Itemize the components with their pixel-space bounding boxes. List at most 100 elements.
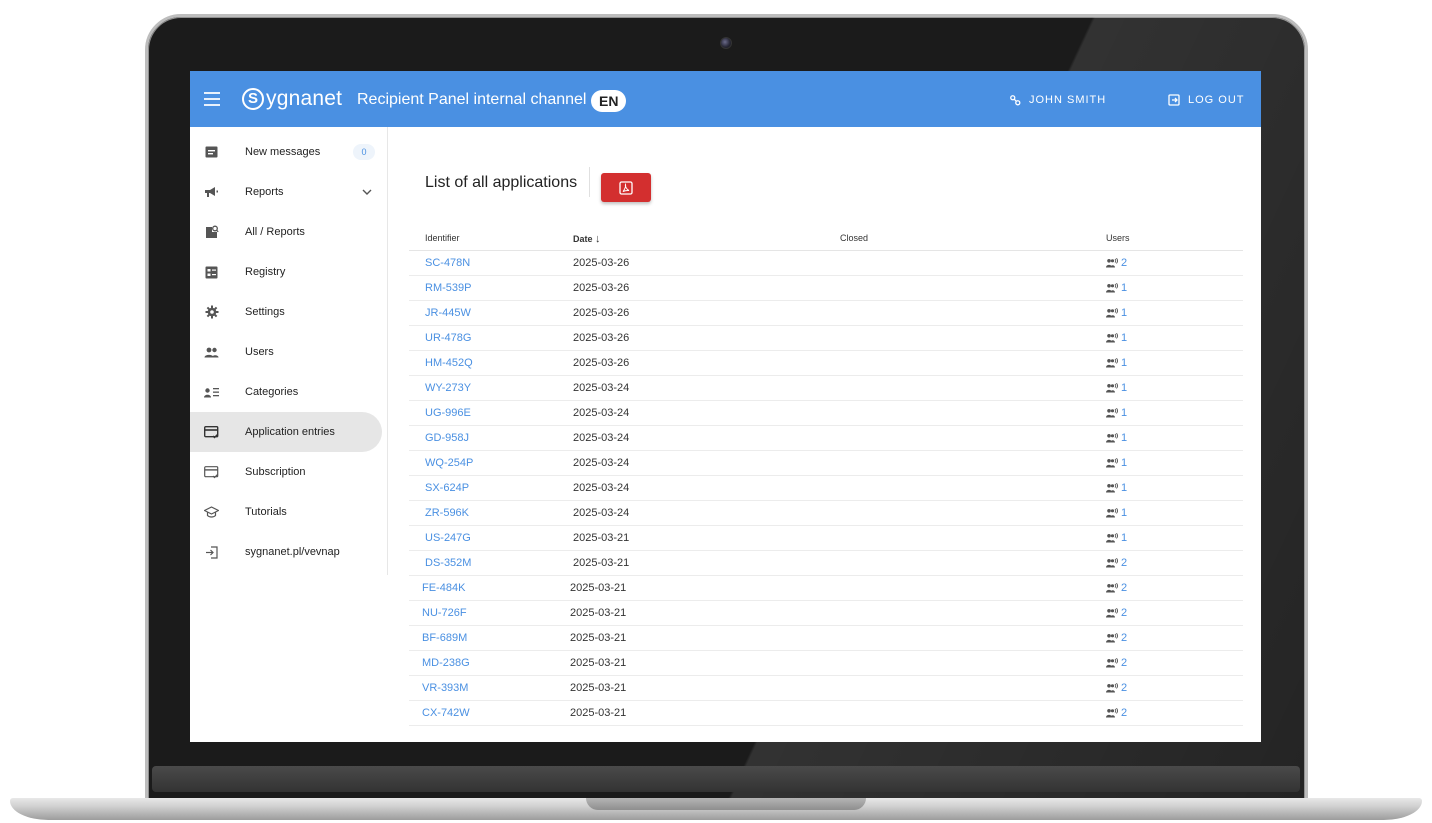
application-users-link[interactable]: 2 [1106,257,1127,269]
application-users-count: 2 [1121,707,1128,719]
application-users-link[interactable]: 2 [1106,657,1127,669]
application-identifier-link[interactable]: DS-352M [425,557,471,569]
application-identifier-link[interactable]: UG-996E [425,407,471,419]
users-speaking-icon [1106,533,1118,543]
table-row[interactable]: UR-478G 2025-03-26 1 [409,326,1243,351]
application-users-link[interactable]: 2 [1106,582,1127,594]
application-identifier-link[interactable]: US-247G [425,532,471,544]
application-users-link[interactable]: 2 [1106,632,1127,644]
application-identifier-link[interactable]: SX-624P [425,482,469,494]
table-row[interactable]: HM-452Q 2025-03-26 1 [409,351,1243,376]
application-identifier-link[interactable]: UR-478G [425,332,471,344]
table-row[interactable]: FE-484K 2025-03-21 2 [409,576,1243,601]
table-row[interactable]: NU-726F 2025-03-21 2 [409,601,1243,626]
table-row[interactable]: JR-445W 2025-03-26 1 [409,301,1243,326]
application-date: 2025-03-21 [570,707,627,719]
application-identifier-link[interactable]: VR-393M [422,682,468,694]
application-users-link[interactable]: 1 [1106,482,1127,494]
table-row[interactable]: VR-393M 2025-03-21 2 [409,676,1243,701]
application-users-count: 1 [1121,357,1128,369]
application-identifier-link[interactable]: RM-539P [425,282,471,294]
application-identifier-link[interactable]: NU-726F [422,607,467,619]
application-identifier-link[interactable]: SC-478N [425,257,470,269]
users-speaking-icon [1106,708,1118,718]
table-row[interactable]: SC-478N 2025-03-26 2 [409,251,1243,276]
application-identifier-link[interactable]: GD-958J [425,432,469,444]
column-header-identifier[interactable]: Identifier [425,233,460,243]
application-identifier-link[interactable]: WQ-254P [425,457,473,469]
table-row[interactable]: ZR-596K 2025-03-24 1 [409,501,1243,526]
user-menu[interactable]: JOHN SMITH [1010,94,1106,106]
application-users-count: 2 [1121,657,1128,669]
application-users-link[interactable]: 2 [1106,682,1127,694]
application-users-link[interactable]: 1 [1106,307,1127,319]
application-users-link[interactable]: 1 [1106,382,1127,394]
application-identifier-link[interactable]: CX-742W [422,707,470,719]
application-identifier-link[interactable]: FE-484K [422,582,465,594]
application-users-link[interactable]: 1 [1106,507,1127,519]
application-users-link[interactable]: 1 [1106,532,1127,544]
table-row[interactable]: RM-539P 2025-03-26 1 [409,276,1243,301]
table-row[interactable]: MD-238G 2025-03-21 2 [409,651,1243,676]
logout-button[interactable]: LOG OUT [1168,94,1245,106]
application-users-link[interactable]: 2 [1106,707,1127,719]
column-header-users[interactable]: Users [1106,233,1130,243]
table-row[interactable]: DS-352M 2025-03-21 2 [409,551,1243,576]
chevron-down-icon[interactable] [362,186,372,198]
application-identifier-link[interactable]: WY-273Y [425,382,471,394]
sidebar-item-registry[interactable]: Registry [190,252,387,292]
application-identifier-link[interactable]: JR-445W [425,307,471,319]
application-users-link[interactable]: 1 [1106,332,1127,344]
table-row[interactable]: GD-958J 2025-03-24 1 [409,426,1243,451]
category-list-icon [204,385,219,400]
card-check-icon [204,425,219,440]
list-heading: List of all applications [425,174,578,191]
application-users-link[interactable]: 1 [1106,407,1127,419]
application-users-link[interactable]: 1 [1106,357,1127,369]
registry-icon [204,265,219,280]
sidebar-item-label: Subscription [245,466,306,478]
column-header-date[interactable]: Date ↓ [573,233,601,245]
table-row[interactable]: WY-273Y 2025-03-24 1 [409,376,1243,401]
gear-icon [204,305,219,320]
sidebar-item-settings[interactable]: Settings [190,292,387,332]
table-row[interactable]: SX-624P 2025-03-24 1 [409,476,1243,501]
users-speaking-icon [1106,433,1118,443]
sidebar-item-tutorials[interactable]: Tutorials [190,492,387,532]
application-users-link[interactable]: 2 [1106,557,1127,569]
sidebar-item-new-messages[interactable]: New messages 0 [190,132,387,172]
card-check-icon [204,465,219,480]
table-row[interactable]: CX-742W 2025-03-21 2 [409,701,1243,726]
users-speaking-icon [1106,608,1118,618]
application-users-link[interactable]: 1 [1106,432,1127,444]
sidebar-item-label: New messages [245,146,321,158]
application-identifier-link[interactable]: ZR-596K [425,507,469,519]
table-row[interactable]: UG-996E 2025-03-24 1 [409,401,1243,426]
sidebar-item-subscription[interactable]: Subscription [190,452,387,492]
table-row[interactable]: BF-689M 2025-03-21 2 [409,626,1243,651]
application-users-link[interactable]: 1 [1106,457,1127,469]
application-identifier-link[interactable]: MD-238G [422,657,470,669]
column-header-closed[interactable]: Closed [840,233,868,243]
application-users-count: 2 [1121,607,1128,619]
hamburger-menu-icon[interactable] [204,88,220,110]
sidebar-item-external-link[interactable]: sygnanet.pl/vevnap [190,532,387,572]
application-identifier-link[interactable]: HM-452Q [425,357,473,369]
table-row[interactable]: WQ-254P 2025-03-24 1 [409,451,1243,476]
sidebar-item-application-entries[interactable]: Application entries [190,412,382,452]
application-users-link[interactable]: 1 [1106,282,1127,294]
language-switcher[interactable]: EN [591,90,627,112]
application-users-count: 2 [1121,682,1128,694]
search-document-icon [204,225,219,240]
application-identifier-link[interactable]: BF-689M [422,632,467,644]
table-row[interactable]: US-247G 2025-03-21 1 [409,526,1243,551]
brand-logo[interactable]: S ygnanet [242,87,342,111]
application-users-count: 2 [1121,582,1128,594]
sidebar-item-categories[interactable]: Categories [190,372,387,412]
sidebar-item-all-reports[interactable]: All / Reports [190,212,387,252]
sidebar-item-users[interactable]: Users [190,332,387,372]
application-users-link[interactable]: 2 [1106,607,1127,619]
sidebar-item-reports[interactable]: Reports [190,172,387,212]
export-pdf-button[interactable] [601,173,651,202]
users-speaking-icon [1106,383,1118,393]
